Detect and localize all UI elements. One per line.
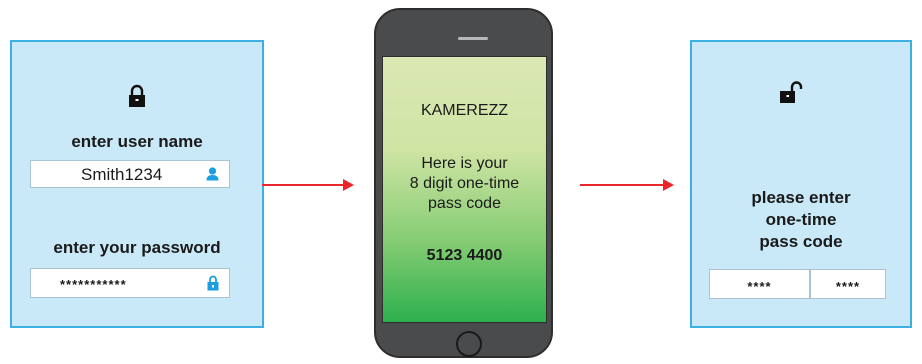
password-value: *********** xyxy=(60,277,127,292)
otp-panel: please enter one-time pass code **** ***… xyxy=(690,40,912,328)
smartphone: KAMEREZZ Here is your 8 digit one-time p… xyxy=(374,8,553,358)
phone-speaker xyxy=(458,37,488,40)
otp-box-1[interactable]: **** xyxy=(709,269,810,299)
username-label: enter user name xyxy=(71,132,203,151)
username-value: Smith1234 xyxy=(81,165,163,184)
arrow-to-phone xyxy=(262,179,354,191)
arrow-to-otp xyxy=(580,179,674,191)
lock-closed-icon xyxy=(129,84,145,107)
message-line-1: Here is your xyxy=(421,155,508,172)
lock-open-icon xyxy=(780,81,803,103)
password-field[interactable]: *********** xyxy=(30,268,230,298)
login-panel: enter user name Smith1234 enter your pas… xyxy=(10,40,264,328)
otp-prompt-line-2: one-time xyxy=(765,210,837,229)
home-button[interactable] xyxy=(456,331,482,357)
username-field[interactable]: Smith1234 xyxy=(30,160,230,188)
message-line-2: 8 digit one-time xyxy=(409,175,520,192)
phone-screen: KAMEREZZ Here is your 8 digit one-time p… xyxy=(382,56,547,323)
message-line-3: pass code xyxy=(428,195,501,212)
otp-box-2[interactable]: **** xyxy=(810,269,886,299)
otp-prompt-line-3: pass code xyxy=(759,232,843,251)
sender-name: KAMEREZZ xyxy=(420,102,509,119)
password-label: enter your password xyxy=(53,238,221,257)
small-lock-icon xyxy=(207,275,219,291)
otp-prompt-line-1: please enter xyxy=(751,188,851,207)
user-icon xyxy=(206,167,219,181)
pass-code: 5123 4400 xyxy=(426,247,503,264)
otp-box-2-value: **** xyxy=(835,279,861,294)
otp-box-1-value: **** xyxy=(747,279,772,294)
